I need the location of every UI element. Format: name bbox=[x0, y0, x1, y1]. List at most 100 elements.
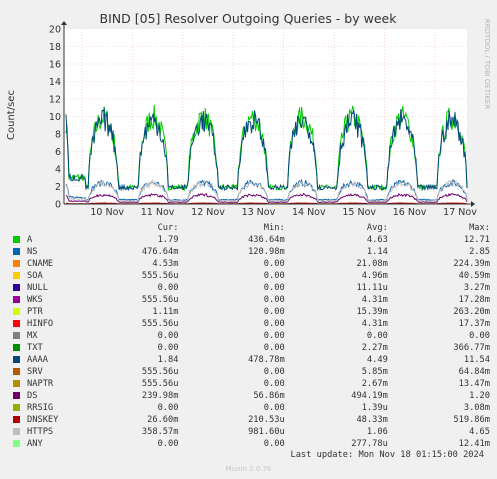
legend-row-srv: SRV 555.56u 0.00 5.85m 64.84m bbox=[10, 366, 490, 378]
legend-avg-value: 1.14 bbox=[366, 247, 388, 257]
legend-min-value: 436.64m bbox=[248, 235, 285, 245]
y-tick-label: 10 bbox=[49, 112, 61, 123]
legend-min-value: 0.00 bbox=[263, 403, 285, 413]
legend-cur-value: 4.53m bbox=[152, 259, 179, 269]
legend-avg-value: 5.85m bbox=[361, 367, 388, 377]
legend-min-value: 0.00 bbox=[263, 367, 285, 377]
legend-swatch bbox=[13, 296, 20, 303]
legend-swatch bbox=[13, 260, 20, 267]
legend-cur-value: 1.84 bbox=[157, 355, 179, 365]
legend-avg-value: 11.11u bbox=[356, 283, 388, 293]
legend-swatch bbox=[13, 368, 20, 375]
legend-max-value: 64.84m bbox=[458, 367, 490, 377]
legend-row-null: NULL 0.00 0.00 11.11u 3.27m bbox=[10, 282, 490, 294]
legend-avg-value: 277.78u bbox=[351, 439, 388, 449]
legend-min-value: 0.00 bbox=[263, 259, 285, 269]
legend-swatch bbox=[13, 356, 20, 363]
rrdtool-watermark: RRDTOOL / TOBI OETIKER bbox=[483, 19, 491, 109]
legend-series-name: SRV bbox=[27, 367, 43, 377]
legend-row-ds: DS 239.98m 56.86m 494.19m 1.20 bbox=[10, 390, 490, 402]
legend-min-value: 0.00 bbox=[263, 271, 285, 281]
legend-max-value: 3.08m bbox=[463, 403, 490, 413]
legend-min-value: 0.00 bbox=[263, 379, 285, 389]
legend-cur-value: 0.00 bbox=[157, 403, 179, 413]
legend-max-value: 2.85 bbox=[469, 247, 490, 257]
y-tick-label: 20 bbox=[49, 25, 61, 36]
legend-swatch bbox=[13, 320, 20, 327]
legend-avg-value: 2.67m bbox=[361, 379, 388, 389]
legend-min-value: 478.78m bbox=[248, 355, 285, 365]
legend-row-wks: WKS 555.56u 0.00 4.31m 17.28m bbox=[10, 294, 490, 306]
legend-cur-value: 0.00 bbox=[157, 343, 179, 353]
legend-row-ptr: PTR 1.11m 0.00 15.39m 263.20m bbox=[10, 306, 490, 318]
legend-max-value: 11.54 bbox=[463, 355, 490, 365]
legend-series-name: PTR bbox=[27, 307, 43, 317]
legend-min-value: 0.00 bbox=[263, 295, 285, 305]
legend-series-name: TXT bbox=[27, 343, 43, 353]
legend-row-soa: SOA 555.56u 0.00 4.96m 40.59m bbox=[10, 270, 490, 282]
legend-swatch bbox=[13, 332, 20, 339]
legend-cur-value: 1.79 bbox=[157, 235, 179, 245]
y-tick-label: 0 bbox=[55, 200, 61, 211]
header-max: Max: bbox=[469, 223, 490, 233]
legend-cur-value: 0.00 bbox=[157, 331, 179, 341]
legend-series-name: CNAME bbox=[27, 259, 54, 269]
legend-max-value: 366.77m bbox=[453, 343, 490, 353]
legend-avg-value: 15.39m bbox=[356, 307, 388, 317]
legend-cur-value: 555.56u bbox=[141, 271, 179, 281]
x-tick-label: 17 Nov bbox=[443, 207, 477, 218]
legend-avg-value: 1.39u bbox=[361, 403, 388, 413]
legend-swatch bbox=[13, 392, 20, 399]
y-tick-label: 8 bbox=[55, 130, 61, 141]
legend-row-rrsig: RRSIG 0.00 0.00 1.39u 3.08m bbox=[10, 402, 490, 414]
legend-series-name: HINFO bbox=[27, 319, 54, 329]
y-tick-label: 16 bbox=[49, 60, 61, 71]
legend-max-value: 224.39m bbox=[453, 259, 490, 269]
header-cur: Cur: bbox=[157, 223, 179, 233]
legend-cur-value: 555.56u bbox=[141, 367, 179, 377]
legend-avg-value: 2.27m bbox=[361, 343, 388, 353]
legend-swatch bbox=[13, 272, 20, 279]
legend-min-value: 981.60u bbox=[248, 427, 285, 437]
legend-cur-value: 476.64m bbox=[141, 247, 179, 257]
legend-row-ns: NS 476.64m 120.98m 1.14 2.85 bbox=[10, 246, 490, 258]
legend-min-value: 0.00 bbox=[263, 343, 285, 353]
legend-swatch bbox=[13, 284, 20, 291]
legend-max-value: 12.71 bbox=[463, 235, 490, 245]
legend-avg-value: 4.96m bbox=[361, 271, 388, 281]
legend-row-hinfo: HINFO 555.56u 0.00 4.31m 17.37m bbox=[10, 318, 490, 330]
legend-avg-value: 1.06 bbox=[366, 427, 388, 437]
x-tick-label: 10 Nov bbox=[90, 207, 124, 218]
legend-avg-value: 4.63 bbox=[366, 235, 388, 245]
legend-header-row: Cur: Min: Avg: Max: bbox=[10, 222, 490, 234]
legend-min-value: 0.00 bbox=[263, 439, 285, 449]
legend-cur-value: 555.56u bbox=[141, 379, 179, 389]
y-tick-label: 18 bbox=[49, 42, 61, 53]
x-tick-label: 11 Nov bbox=[141, 207, 175, 218]
legend-cur-value: 239.98m bbox=[141, 391, 179, 401]
legend-row-any: ANY 0.00 0.00 277.78u 12.41m bbox=[10, 438, 490, 450]
legend-min-value: 0.00 bbox=[263, 307, 285, 317]
legend-avg-value: 48.33m bbox=[356, 415, 388, 425]
munin-version: Munin 2.0.76 bbox=[225, 465, 272, 473]
legend-swatch bbox=[13, 344, 20, 351]
x-tick-label: 13 Nov bbox=[242, 207, 276, 218]
legend-series-name: A bbox=[27, 235, 33, 245]
legend-series-name: ANY bbox=[27, 439, 43, 449]
x-tick-label: 12 Nov bbox=[191, 207, 225, 218]
legend-swatch bbox=[13, 236, 20, 243]
legend-row-aaaa: AAAA 1.84 478.78m 4.49 11.54 bbox=[10, 354, 490, 366]
legend-max-value: 17.28m bbox=[458, 295, 490, 305]
legend-row-txt: TXT 0.00 0.00 2.27m 366.77m bbox=[10, 342, 490, 354]
legend-row-mx: MX 0.00 0.00 0.00 0.00 bbox=[10, 330, 490, 342]
legend-avg-value: 4.31m bbox=[361, 295, 388, 305]
legend-series-name: NULL bbox=[27, 283, 48, 293]
legend-swatch bbox=[13, 404, 20, 411]
y-tick-label: 6 bbox=[55, 147, 61, 158]
legend-max-value: 0.00 bbox=[469, 331, 490, 341]
legend-swatch bbox=[13, 428, 20, 435]
legend-cur-value: 0.00 bbox=[157, 439, 179, 449]
legend-swatch bbox=[13, 380, 20, 387]
y-axis-label: Count/sec bbox=[6, 90, 17, 140]
legend-series-name: AAAA bbox=[27, 355, 48, 365]
